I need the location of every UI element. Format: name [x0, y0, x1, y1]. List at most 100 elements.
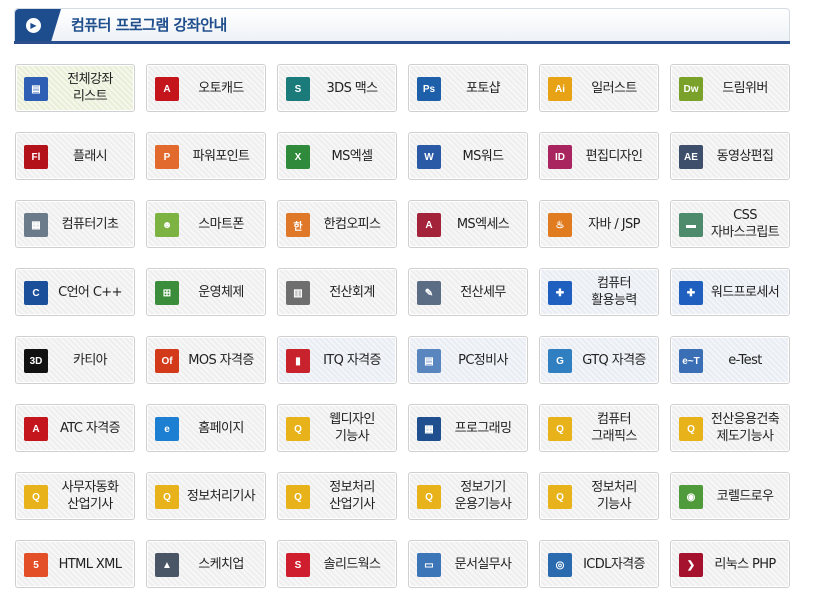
document-icon: ▭	[417, 553, 441, 577]
course-button[interactable]: ☻ 스마트폰	[146, 200, 266, 248]
course-label: PC정비사	[458, 352, 508, 368]
course-button[interactable]: 3D 카티아	[15, 336, 135, 384]
course-label: 전체강좌 리스트	[67, 72, 113, 104]
course-label: 사무자동화 산업기사	[61, 480, 119, 512]
solidworks-icon: S	[286, 553, 310, 577]
qnet-icon: Q	[417, 485, 441, 509]
icdl-icon: ◎	[548, 553, 572, 577]
circle-arrow-icon: ▶	[26, 18, 41, 33]
word-icon: W	[417, 145, 441, 169]
course-button[interactable]: A 오토캐드	[146, 64, 266, 112]
course-button[interactable]: Q 정보처리 기능사	[539, 472, 659, 520]
course-button[interactable]: ⊞ 운영체제	[146, 268, 266, 316]
qnet-icon: Q	[679, 417, 703, 441]
course-button[interactable]: ✎ 전산세무	[408, 268, 528, 316]
course-label: 일러스트	[591, 80, 637, 96]
course-label: 정보처리 기능사	[591, 480, 637, 512]
course-label: 워드프로세서	[710, 284, 780, 300]
course-label: MS엑셀	[331, 148, 374, 164]
course-label: CSS 자바스크립트	[710, 208, 780, 240]
qnet-icon: Q	[548, 417, 572, 441]
course-button[interactable]: Q 정보처리 산업기사	[277, 472, 397, 520]
course-button[interactable]: ✚ 컴퓨터 활용능력	[539, 268, 659, 316]
course-button[interactable]: A ATC 자격증	[15, 404, 135, 452]
course-button[interactable]: C C언어 C++	[15, 268, 135, 316]
course-button[interactable]: ▦ 프로그래밍	[408, 404, 528, 452]
course-button[interactable]: Q 컴퓨터 그래픽스	[539, 404, 659, 452]
course-button[interactable]: ▭ 문서실무사	[408, 540, 528, 588]
course-button[interactable]: Ps 포토샵	[408, 64, 528, 112]
course-button[interactable]: W MS워드	[408, 132, 528, 180]
course-button[interactable]: Fl 플래시	[15, 132, 135, 180]
gtq-icon: G	[548, 349, 572, 373]
puzzle-icon: ✚	[679, 281, 703, 305]
java-icon: ♨	[548, 213, 572, 237]
course-label: MS엑세스	[456, 216, 510, 232]
course-label: 코렐드로우	[716, 488, 774, 504]
course-button[interactable]: ▤ 전체강좌 리스트	[15, 64, 135, 112]
catia-icon: 3D	[24, 349, 48, 373]
course-button[interactable]: 한 한컴오피스	[277, 200, 397, 248]
course-button[interactable]: ◉ 코렐드로우	[670, 472, 790, 520]
course-label: ICDL자격증	[583, 556, 645, 572]
course-button[interactable]: e~T e-Test	[670, 336, 790, 384]
course-button[interactable]: ▥ 전산회계	[277, 268, 397, 316]
course-button[interactable]: Q 정보처리기사	[146, 472, 266, 520]
course-button[interactable]: ▬ CSS 자바스크립트	[670, 200, 790, 248]
course-button[interactable]: Q 정보기기 운용기능사	[408, 472, 528, 520]
course-label: 운영체제	[198, 284, 244, 300]
powerpoint-icon: P	[155, 145, 179, 169]
course-button[interactable]: S 3DS 맥스	[277, 64, 397, 112]
flash-icon: Fl	[24, 145, 48, 169]
course-button[interactable]: S 솔리드웍스	[277, 540, 397, 588]
course-button[interactable]: 5 HTML XML	[15, 540, 135, 588]
course-button[interactable]: e 홈페이지	[146, 404, 266, 452]
course-label: 전산응용건축 제도기능사	[710, 412, 780, 444]
section-header: ▶ 컴퓨터 프로그램 강좌안내	[14, 8, 790, 44]
itq-icon: ▮	[286, 349, 310, 373]
course-label: 오토캐드	[198, 80, 244, 96]
course-button[interactable]: Q 웹디자인 기능사	[277, 404, 397, 452]
3dsmax-icon: S	[286, 77, 310, 101]
course-label: 컴퓨터 활용능력	[591, 276, 637, 308]
course-label: ATC 자격증	[60, 420, 121, 436]
course-label: MOS 자격증	[188, 352, 254, 368]
qnet-icon: Q	[548, 485, 572, 509]
internet-explorer-icon: e	[155, 417, 179, 441]
course-button[interactable]: G GTQ 자격증	[539, 336, 659, 384]
course-label: 파워포인트	[192, 148, 250, 164]
qnet-icon: Q	[286, 485, 310, 509]
course-button[interactable]: Ai 일러스트	[539, 64, 659, 112]
course-label: 솔리드웍스	[323, 556, 381, 572]
course-label: 웹디자인 기능사	[329, 412, 375, 444]
course-button[interactable]: ♨ 자바 / JSP	[539, 200, 659, 248]
course-label: 드림위버	[722, 80, 768, 96]
course-button[interactable]: ❯ 리눅스 PHP	[670, 540, 790, 588]
page-title: 컴퓨터 프로그램 강좌안내	[71, 16, 227, 34]
course-button[interactable]: ▤ PC정비사	[408, 336, 528, 384]
css-javascript-icon: ▬	[679, 213, 703, 237]
course-button[interactable]: AE 동영상편집	[670, 132, 790, 180]
course-label: 한컴오피스	[323, 216, 381, 232]
course-button[interactable]: A MS엑세스	[408, 200, 528, 248]
course-button[interactable]: ▲ 스케치업	[146, 540, 266, 588]
course-button[interactable]: Q 전산응용건축 제도기능사	[670, 404, 790, 452]
course-button[interactable]: ◎ ICDL자격증	[539, 540, 659, 588]
course-button[interactable]: ID 편집디자인	[539, 132, 659, 180]
course-grid: ▤ 전체강좌 리스트 A 오토캐드 S 3DS 맥스 Ps 포토샵 Ai 일러스트 Dw 드림위버 Fl…	[15, 64, 790, 588]
course-button[interactable]: Of MOS 자격증	[146, 336, 266, 384]
course-button[interactable]: Q 사무자동화 산업기사	[15, 472, 135, 520]
course-button[interactable]: P 파워포인트	[146, 132, 266, 180]
course-label: 포토샵	[465, 80, 501, 96]
course-label: 자바 / JSP	[588, 216, 640, 232]
course-button[interactable]: ▮ ITQ 자격증	[277, 336, 397, 384]
course-button[interactable]: X MS엑셀	[277, 132, 397, 180]
course-button[interactable]: Dw 드림위버	[670, 64, 790, 112]
coreldraw-icon: ◉	[679, 485, 703, 509]
course-button[interactable]: ✚ 워드프로세서	[670, 268, 790, 316]
access-icon: A	[417, 213, 441, 237]
autocad-icon: A	[24, 417, 48, 441]
course-label: 전산회계	[329, 284, 375, 300]
sketchup-icon: ▲	[155, 553, 179, 577]
course-button[interactable]: ▦ 컴퓨터기초	[15, 200, 135, 248]
